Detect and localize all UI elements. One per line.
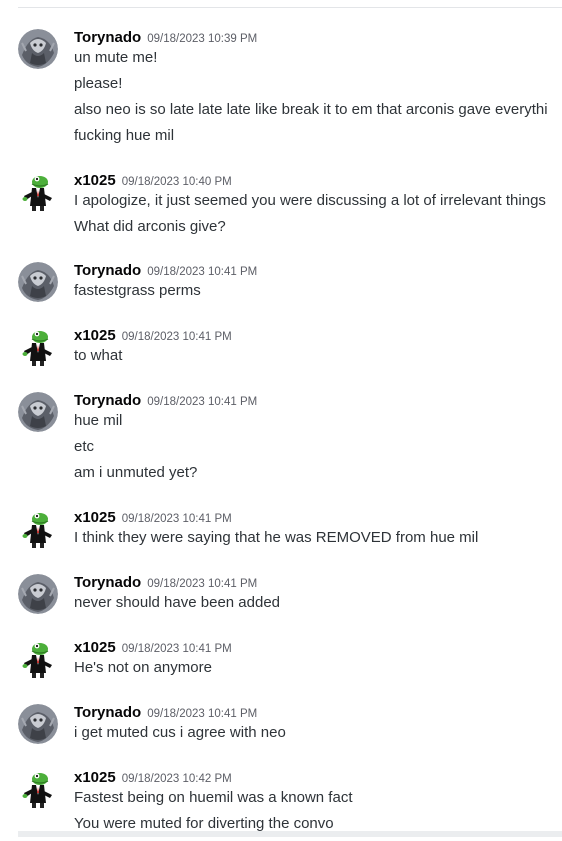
chat-message-list: Torynado 09/18/2023 10:39 PM un mute me! pl… [0, 0, 562, 837]
message-group: x1025 09/18/2023 10:40 PM I apologize, it … [0, 172, 562, 244]
username[interactable]: x1025 [74, 172, 116, 189]
message-group: Torynado 09/18/2023 10:39 PM un mute me! pl… [0, 29, 562, 153]
message-header: Torynado 09/18/2023 10:39 PM [74, 29, 257, 49]
message-header: Torynado 09/18/2023 10:41 PM [74, 392, 257, 412]
timestamp: 09/18/2023 10:41 PM [147, 578, 258, 590]
torynado-avatar-icon[interactable] [18, 704, 58, 744]
timestamp: 09/18/2023 10:40 PM [121, 176, 232, 188]
message-text: also neo is so late late late like break… [74, 101, 548, 118]
timestamp: 09/18/2023 10:41 PM [121, 643, 232, 655]
message-header: x1025 09/18/2023 10:41 PM [74, 327, 232, 347]
message-text: am i unmuted yet? [74, 464, 198, 481]
timestamp: 09/18/2023 10:41 PM [121, 513, 232, 525]
username[interactable]: Torynado [74, 704, 141, 721]
username[interactable]: Torynado [74, 392, 141, 409]
message-group: Torynado 09/18/2023 10:41 PM i get muted c… [0, 704, 562, 750]
message-header: x1025 09/18/2023 10:42 PM [74, 769, 232, 789]
message-header: x1025 09/18/2023 10:41 PM [74, 639, 232, 659]
message-text: never should have been added [74, 594, 281, 611]
message-header: Torynado 09/18/2023 10:41 PM [74, 574, 257, 594]
username[interactable]: Torynado [74, 29, 141, 46]
username[interactable]: Torynado [74, 574, 141, 591]
torynado-avatar-icon[interactable] [18, 392, 58, 432]
message-text: hue mil [74, 412, 123, 429]
timestamp: 09/18/2023 10:41 PM [147, 396, 258, 408]
username[interactable]: x1025 [74, 509, 116, 526]
torynado-avatar-icon[interactable] [18, 262, 58, 302]
torynado-avatar-icon[interactable] [18, 574, 58, 614]
message-text: i get muted cus i agree with neo [74, 724, 286, 741]
message-text: He's not on anymore [74, 659, 212, 676]
username[interactable]: x1025 [74, 639, 116, 656]
message-group: Torynado 09/18/2023 10:41 PM fastestgrass … [0, 262, 562, 308]
message-text: Fastest being on huemil was a known fact [74, 789, 353, 806]
frog-avatar-icon[interactable] [18, 172, 58, 212]
message-text: I apologize, it just seemed you were dis… [74, 192, 546, 209]
message-text: to what [74, 347, 123, 364]
message-header: Torynado 09/18/2023 10:41 PM [74, 704, 257, 724]
username[interactable]: Torynado [74, 262, 141, 279]
message-text: fucking hue mil [74, 127, 175, 144]
message-text: please! [74, 75, 123, 92]
message-header: x1025 09/18/2023 10:40 PM [74, 172, 232, 192]
message-input-edge [18, 831, 562, 837]
message-header: Torynado 09/18/2023 10:41 PM [74, 262, 257, 282]
message-group: x1025 09/18/2023 10:41 PM He's not on anym… [0, 639, 562, 685]
message-text: What did arconis give? [74, 218, 226, 235]
username[interactable]: x1025 [74, 769, 116, 786]
frog-avatar-icon[interactable] [18, 327, 58, 367]
message-text: un mute me! [74, 49, 158, 66]
message-text: fastestgrass perms [74, 282, 201, 299]
message-header: x1025 09/18/2023 10:41 PM [74, 509, 232, 529]
message-group: x1025 09/18/2023 10:41 PM to what [0, 327, 562, 373]
message-group: Torynado 09/18/2023 10:41 PM hue mil etc am … [0, 392, 562, 490]
torynado-avatar-icon[interactable] [18, 29, 58, 69]
frog-avatar-icon[interactable] [18, 639, 58, 679]
timestamp: 09/18/2023 10:41 PM [147, 266, 258, 278]
message-group: x1025 09/18/2023 10:41 PM I think they wer… [0, 509, 562, 555]
timestamp: 09/18/2023 10:39 PM [147, 33, 258, 45]
frog-avatar-icon[interactable] [18, 509, 58, 549]
frog-avatar-icon[interactable] [18, 769, 58, 809]
message-text: etc [74, 438, 95, 455]
timestamp: 09/18/2023 10:42 PM [121, 773, 232, 785]
timestamp: 09/18/2023 10:41 PM [147, 708, 258, 720]
username[interactable]: x1025 [74, 327, 116, 344]
timestamp: 09/18/2023 10:41 PM [121, 331, 232, 343]
message-text: I think they were saying that he was REM… [74, 529, 479, 546]
message-group: Torynado 09/18/2023 10:41 PM never should … [0, 574, 562, 620]
